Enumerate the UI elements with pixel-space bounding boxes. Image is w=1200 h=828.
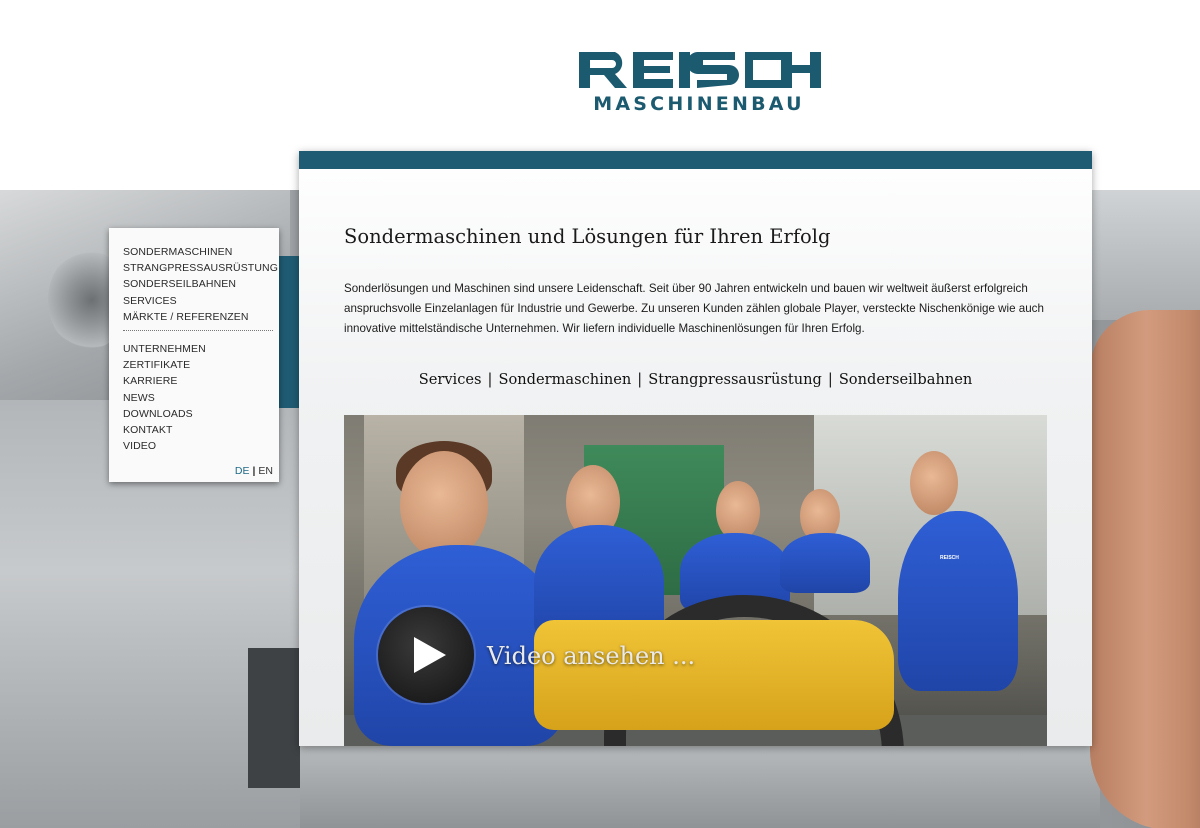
worker-5 (898, 511, 1018, 691)
video-caption[interactable]: Video ansehen ... (487, 642, 695, 670)
shirt-logo: REISCH (940, 555, 959, 561)
nav-item-strangpressausruestung[interactable]: STRANGPRESSAUSRÜSTUNG (123, 260, 278, 276)
intro-text: Sonderlösungen und Maschinen sind unsere… (344, 282, 1044, 335)
primary-nav: SONDERMASCHINEN STRANGPRESSAUSRÜSTUNG SO… (123, 244, 278, 325)
link-separator: | (827, 371, 833, 388)
sidebar-menu: SONDERMASCHINEN STRANGPRESSAUSRÜSTUNG SO… (109, 228, 279, 482)
logo-wordmark (579, 52, 821, 88)
nav-item-karriere[interactable]: KARRIERE (123, 373, 206, 389)
logo-tagline: MASCHINENBAU (593, 93, 805, 115)
nav-item-video[interactable]: VIDEO (123, 438, 206, 454)
play-button[interactable] (378, 607, 474, 703)
worker-face (910, 451, 958, 515)
page-title: Sondermaschinen und Lösungen für Ihren E… (344, 225, 831, 248)
reisch-logo[interactable]: MASCHINENBAU (577, 50, 821, 118)
nav-item-services[interactable]: SERVICES (123, 293, 278, 309)
nav-item-kontakt[interactable]: KONTAKT (123, 422, 206, 438)
link-separator: | (637, 371, 643, 388)
link-services[interactable]: Services (419, 371, 482, 388)
nav-divider (123, 330, 273, 331)
link-sondermaschinen[interactable]: Sondermaschinen (498, 371, 631, 388)
nav-item-unternehmen[interactable]: UNTERNEHMEN (123, 341, 206, 357)
link-strangpressausruestung[interactable]: Strangpressausrüstung (648, 371, 822, 388)
nav-item-downloads[interactable]: DOWNLOADS (123, 406, 206, 422)
panel-top-bar (299, 151, 1092, 169)
metal-plate (1092, 190, 1200, 320)
nav-item-sondermaschinen[interactable]: SONDERMASCHINEN (123, 244, 278, 260)
play-icon (414, 637, 446, 673)
content-panel: Sondermaschinen und Lösungen für Ihren E… (299, 151, 1092, 746)
accent-strip (279, 256, 301, 408)
nav-item-zertifikate[interactable]: ZERTIFIKATE (123, 357, 206, 373)
language-de-link[interactable]: DE (235, 465, 250, 477)
yellow-machine (534, 620, 894, 730)
link-separator: | (487, 371, 493, 388)
nav-item-sonderseilbahnen[interactable]: SONDERSEILBAHNEN (123, 276, 278, 292)
language-switcher: DE | EN (235, 465, 273, 477)
worker-face (716, 481, 760, 541)
worker-face (400, 451, 488, 559)
video-thumbnail[interactable]: REISCH Video ansehen ... (344, 415, 1047, 746)
secondary-nav: UNTERNEHMEN ZERTIFIKATE KARRIERE NEWS DO… (123, 341, 206, 454)
quick-links: Services | Sondermaschinen | Strangpressausr… (299, 371, 1092, 388)
nav-item-maerkte-referenzen[interactable]: MÄRKTE / REFERENZEN (123, 309, 278, 325)
link-sonderseilbahnen[interactable]: Sonderseilbahnen (839, 371, 972, 388)
language-en-link[interactable]: EN (258, 465, 273, 477)
hand (1090, 310, 1200, 828)
worker-4 (780, 533, 870, 593)
language-separator: | (252, 465, 256, 477)
nav-item-news[interactable]: NEWS (123, 390, 206, 406)
